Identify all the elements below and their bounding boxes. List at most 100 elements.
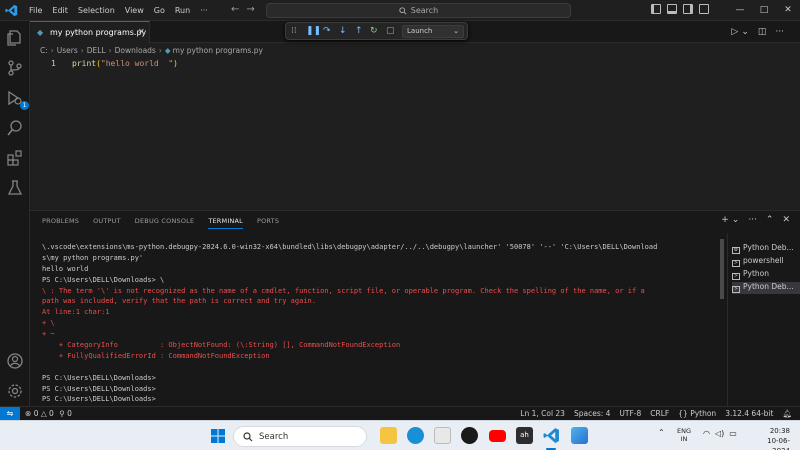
- language-mode[interactable]: {} Python: [678, 409, 716, 418]
- menu-run[interactable]: Run: [170, 5, 195, 16]
- terminal-line: + FullyQualifiedErrorId : CommandNotFoun…: [42, 351, 270, 360]
- breadcrumb-dell[interactable]: DELL: [87, 46, 106, 55]
- step-over-icon[interactable]: ↷: [323, 26, 331, 36]
- code-editor[interactable]: 1 print("hello world "): [30, 58, 800, 208]
- toggle-panel-icon[interactable]: [667, 4, 677, 14]
- vscode-logo-icon[interactable]: [5, 4, 18, 17]
- back-arrow-icon[interactable]: ←: [231, 4, 239, 15]
- app-icon[interactable]: ah: [516, 427, 533, 444]
- stop-icon[interactable]: ▢: [386, 26, 395, 36]
- testing-flask-icon[interactable]: [6, 179, 24, 197]
- breadcrumb-file[interactable]: my python programs.py: [173, 46, 263, 55]
- run-debug-icon[interactable]: 1: [6, 89, 29, 110]
- terminal-list-item[interactable]: ⚙ Python Deb...: [732, 243, 800, 255]
- menu-selection[interactable]: Selection: [73, 5, 120, 16]
- menu-bar: File Edit Selection View Go Run ···: [24, 5, 213, 16]
- clock[interactable]: 20:38 10-06-2024: [750, 426, 790, 450]
- terminal-line: \.vscode\extensions\ms-python.debugpy-20…: [42, 243, 658, 251]
- tab-output[interactable]: OUTPUT: [93, 217, 121, 229]
- explorer-icon[interactable]: [6, 29, 24, 47]
- tab-problems[interactable]: PROBLEMS: [42, 217, 79, 229]
- error-icon: ⊗: [25, 409, 32, 418]
- edge-browser-icon[interactable]: [407, 427, 424, 444]
- wifi-icon[interactable]: ◠: [703, 429, 710, 438]
- minimize-icon[interactable]: —: [728, 0, 752, 20]
- command-center-search[interactable]: Search: [266, 3, 571, 18]
- toggle-secondary-sidebar-icon[interactable]: [683, 4, 693, 14]
- tab-ports[interactable]: PORTS: [257, 217, 279, 229]
- customize-layout-icon[interactable]: [699, 4, 709, 14]
- remote-indicator-icon[interactable]: ⇋: [0, 407, 20, 421]
- maximize-panel-icon[interactable]: ⌃: [766, 215, 774, 225]
- toggle-sidebar-icon[interactable]: [651, 4, 661, 14]
- more-actions-icon[interactable]: ···: [775, 27, 784, 37]
- terminal-scrollbar[interactable]: [720, 239, 724, 299]
- more-actions-icon[interactable]: ···: [748, 215, 757, 225]
- tab-my-python-programs[interactable]: ◆ my python programs.py ✕: [30, 21, 150, 43]
- terminal-dropdown-chevron-icon[interactable]: ⌄: [732, 215, 740, 225]
- forward-arrow-icon[interactable]: →: [246, 4, 254, 15]
- terminal-list-item[interactable]: > powershell: [732, 256, 800, 268]
- terminal-list-label: powershell: [743, 256, 784, 265]
- volume-icon[interactable]: ◁): [715, 429, 724, 438]
- terminal-line: + ~: [42, 330, 55, 339]
- taskbar-search[interactable]: Search: [233, 426, 367, 447]
- step-into-icon[interactable]: ↓: [339, 26, 347, 36]
- terminal-list-item[interactable]: > Python Deb...: [732, 282, 800, 294]
- youtube-icon[interactable]: [489, 430, 506, 442]
- indentation[interactable]: Spaces: 4: [574, 409, 610, 418]
- tab-terminal[interactable]: TERMINAL: [208, 217, 243, 229]
- restart-icon[interactable]: ↻: [370, 26, 378, 36]
- pause-icon[interactable]: ❚❚: [306, 26, 321, 36]
- run-dropdown-chevron-icon[interactable]: ⌄: [741, 27, 749, 37]
- microsoft-store-icon[interactable]: [434, 427, 451, 444]
- run-python-file-icon[interactable]: ▷: [731, 27, 738, 37]
- maximize-icon[interactable]: □: [752, 0, 776, 20]
- photos-icon[interactable]: [571, 427, 588, 444]
- windows-start-icon[interactable]: [211, 429, 225, 443]
- taskbar-search-label: Search: [259, 432, 289, 442]
- split-editor-icon[interactable]: ◫: [758, 27, 767, 37]
- close-icon[interactable]: ✕: [776, 0, 800, 20]
- step-out-icon[interactable]: ↑: [355, 26, 363, 36]
- account-icon[interactable]: [6, 352, 24, 370]
- status-problems[interactable]: ⊗ 0 △ 0 ⚲ 0: [25, 409, 72, 418]
- menu-edit[interactable]: Edit: [47, 5, 73, 16]
- drag-handle-icon[interactable]: ⁞⁞: [291, 26, 297, 36]
- settings-gear-icon[interactable]: [6, 382, 24, 400]
- terminal-output[interactable]: \.vscode\extensions\ms-python.debugpy-20…: [42, 242, 718, 407]
- menu-go[interactable]: Go: [149, 5, 170, 16]
- vscode-taskbar-icon[interactable]: [543, 427, 560, 444]
- end-of-line[interactable]: CRLF: [650, 409, 669, 418]
- clock-date: 10-06-2024: [767, 437, 790, 450]
- file-explorer-icon[interactable]: [380, 427, 397, 444]
- code-line[interactable]: print("hello world "): [72, 59, 178, 68]
- tray-overflow-icon[interactable]: ⌃: [658, 428, 665, 437]
- search-view-icon[interactable]: [6, 119, 24, 137]
- breadcrumb-downloads[interactable]: Downloads: [115, 46, 156, 55]
- notifications-bell-icon[interactable]: 🔔︎: [782, 409, 792, 418]
- breadcrumb-users[interactable]: Users: [57, 46, 78, 55]
- cursor-position[interactable]: Ln 1, Col 23: [520, 409, 565, 418]
- battery-icon[interactable]: ▭: [729, 429, 737, 438]
- extensions-icon[interactable]: [6, 149, 24, 167]
- nav-arrows: ← →: [231, 4, 255, 15]
- menu-more[interactable]: ···: [195, 5, 213, 16]
- menu-file[interactable]: File: [24, 5, 47, 16]
- breadcrumb-drive[interactable]: C:: [40, 46, 48, 55]
- python-interpreter[interactable]: 3.12.4 64-bit: [725, 409, 773, 418]
- new-terminal-icon[interactable]: +: [721, 215, 729, 225]
- language-indicator[interactable]: ENG IN: [677, 427, 691, 443]
- terminal-list-item[interactable]: > Python: [732, 269, 800, 281]
- tab-close-icon[interactable]: ✕: [138, 27, 145, 36]
- launch-config-select[interactable]: Launch ⌄: [402, 25, 464, 38]
- tab-debug-console[interactable]: DEBUG CONSOLE: [135, 217, 195, 229]
- terminal-line: At line:1 char:1: [42, 308, 110, 317]
- search-icon: [399, 7, 407, 15]
- launch-config-label: Launch: [407, 27, 433, 35]
- encoding[interactable]: UTF-8: [619, 409, 641, 418]
- close-panel-icon[interactable]: ✕: [782, 215, 790, 225]
- source-control-icon[interactable]: [6, 59, 24, 77]
- menu-view[interactable]: View: [120, 5, 149, 16]
- chatgpt-icon[interactable]: [461, 427, 478, 444]
